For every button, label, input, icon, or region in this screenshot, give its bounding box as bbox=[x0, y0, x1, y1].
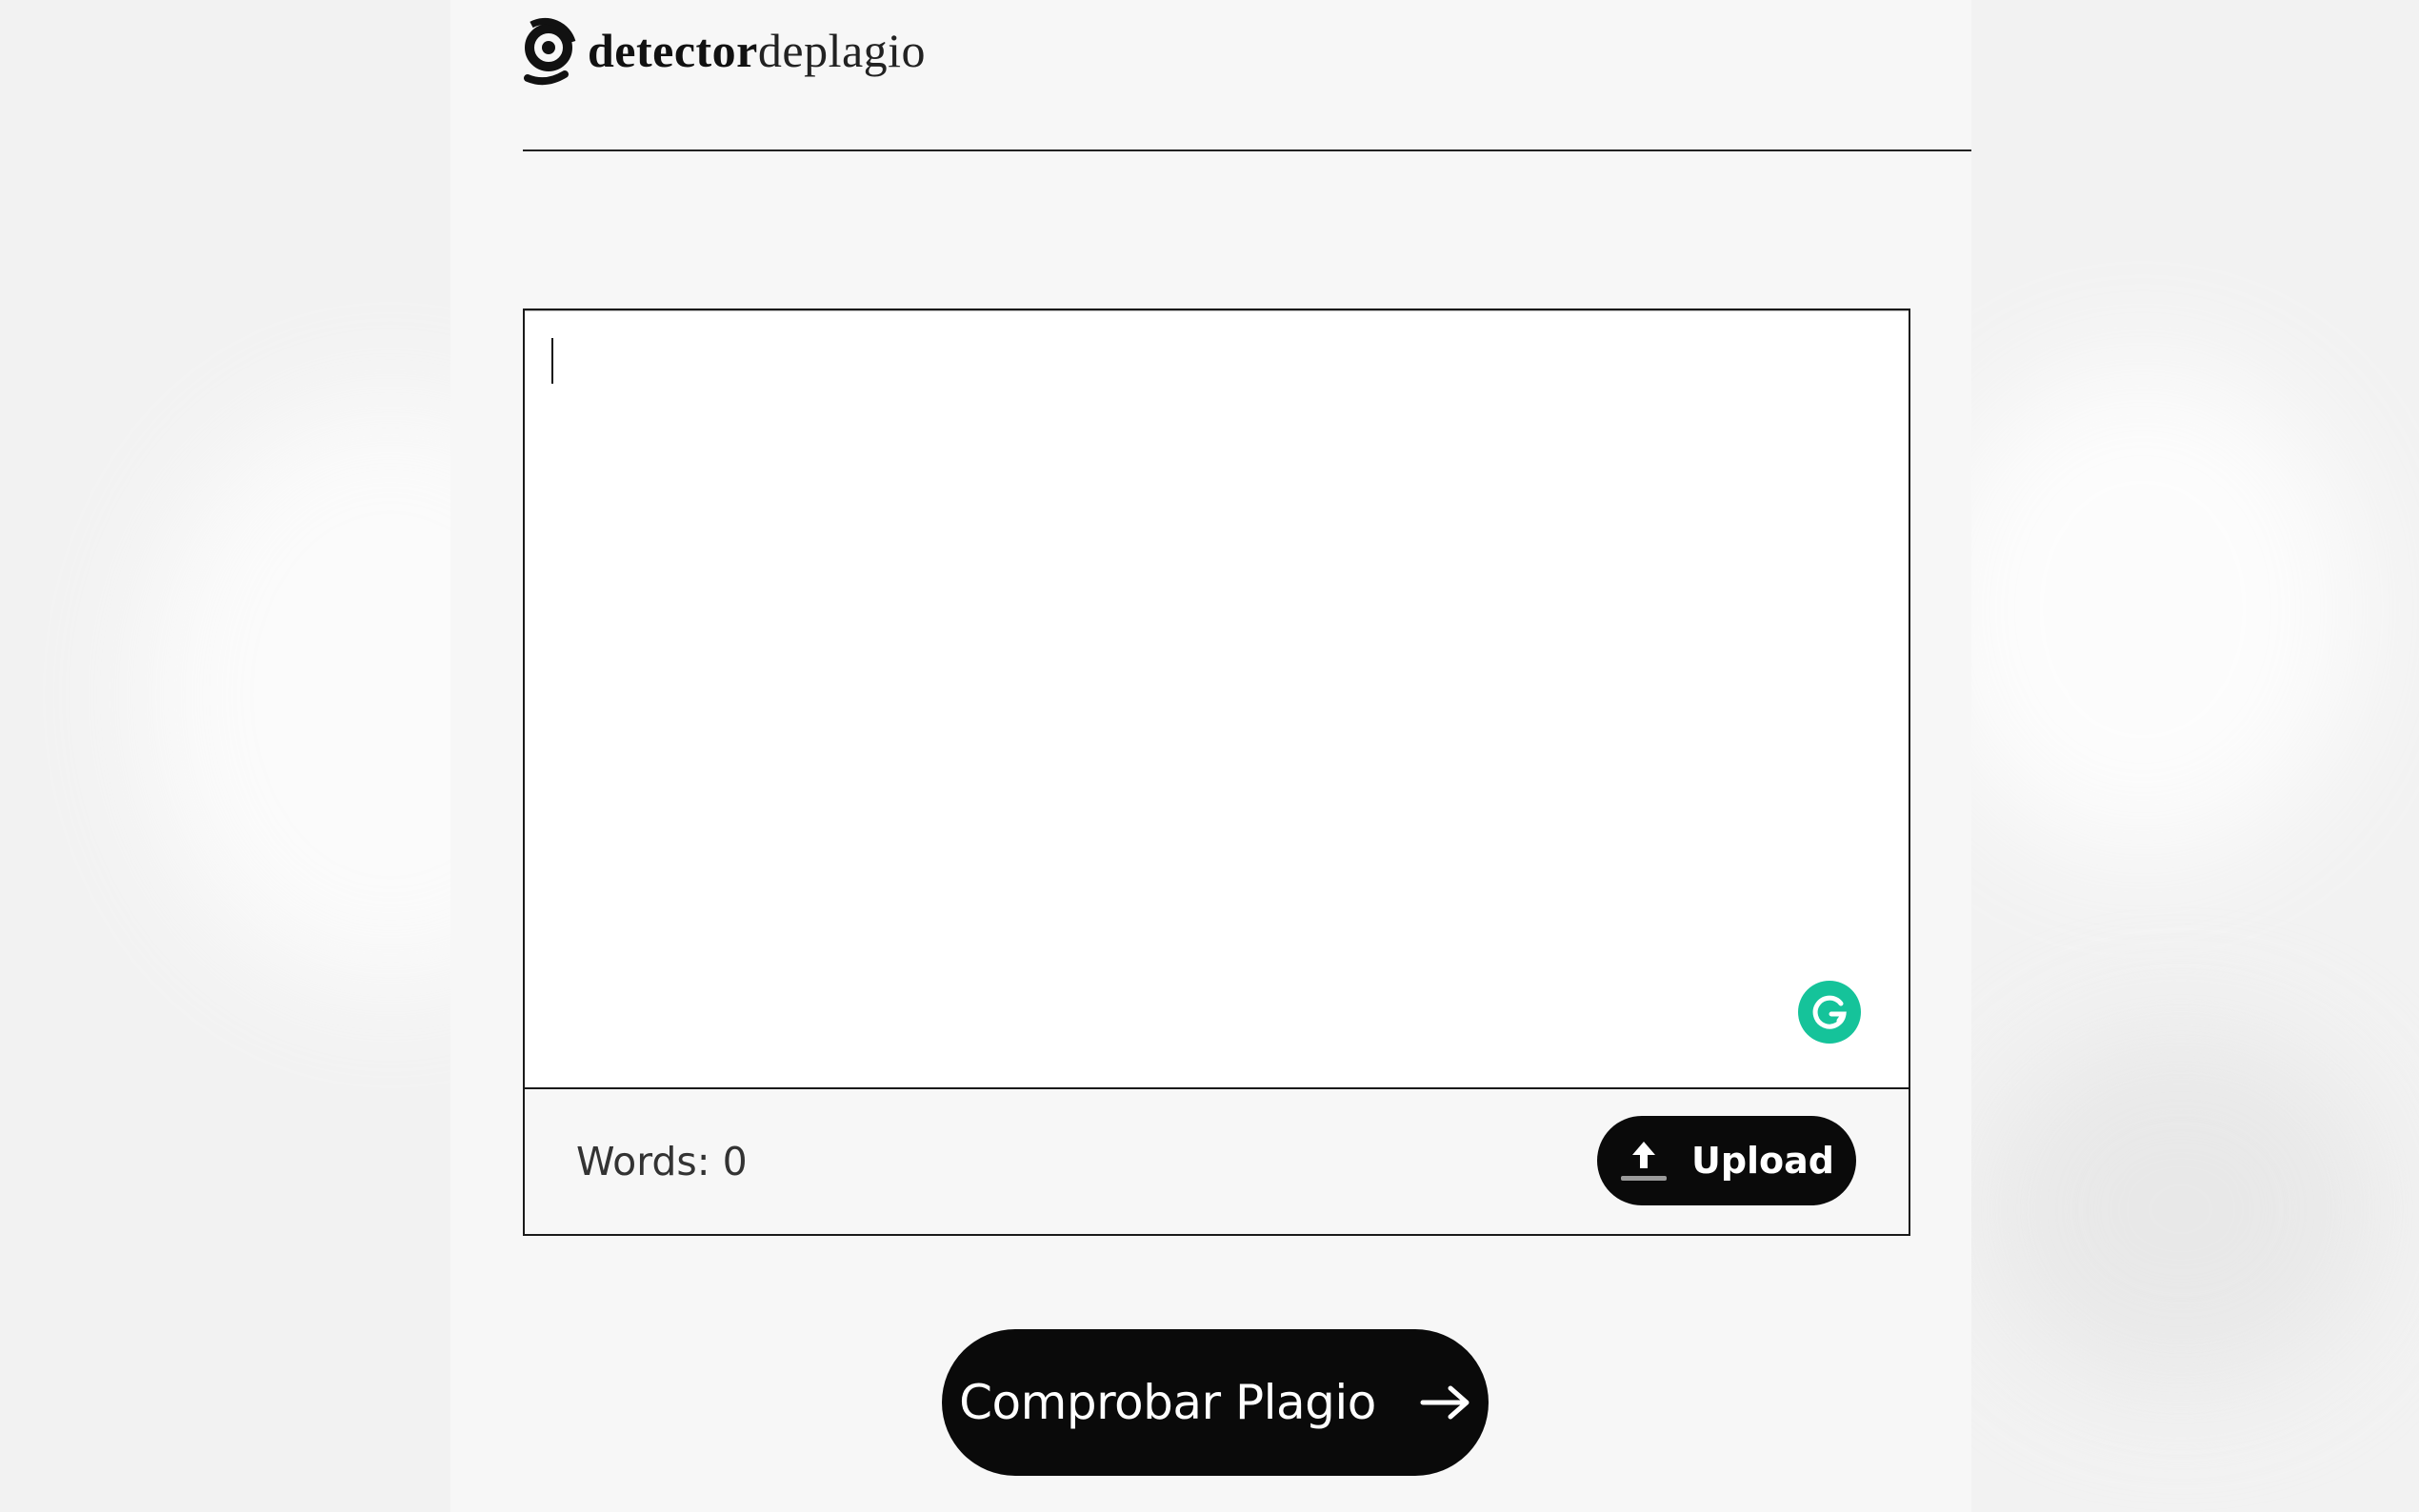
grammarly-icon[interactable] bbox=[1798, 981, 1861, 1044]
site-name-bold: detector bbox=[588, 24, 758, 77]
upload-label: Upload bbox=[1690, 1140, 1835, 1182]
background-glow bbox=[1924, 362, 2362, 857]
check-plagiarism-button[interactable]: Comprobar Plagio bbox=[942, 1329, 1489, 1476]
site-name-light: deplagio bbox=[757, 24, 927, 77]
background-shadow bbox=[1981, 1028, 2381, 1390]
site-name: detectordeplagio bbox=[588, 27, 926, 74]
word-count: Words: 0 bbox=[576, 1139, 748, 1184]
text-editor-area bbox=[525, 310, 1909, 1089]
upload-icon bbox=[1620, 1142, 1667, 1181]
arrow-right-icon bbox=[1420, 1385, 1469, 1420]
magnifier-logo-icon bbox=[524, 17, 576, 86]
site-logo[interactable]: detectordeplagio bbox=[523, 13, 926, 88]
check-plagiarism-label: Comprobar Plagio bbox=[959, 1375, 1376, 1430]
text-cursor bbox=[551, 338, 553, 384]
text-input[interactable] bbox=[525, 311, 1909, 1087]
plagiarism-editor: Words: 0 Upload bbox=[523, 308, 1910, 1236]
editor-footer: Words: 0 Upload bbox=[525, 1089, 1909, 1234]
upload-button[interactable]: Upload bbox=[1597, 1116, 1856, 1205]
site-header: detectordeplagio bbox=[523, 0, 1971, 151]
grammarly-g-icon bbox=[1812, 995, 1847, 1029]
